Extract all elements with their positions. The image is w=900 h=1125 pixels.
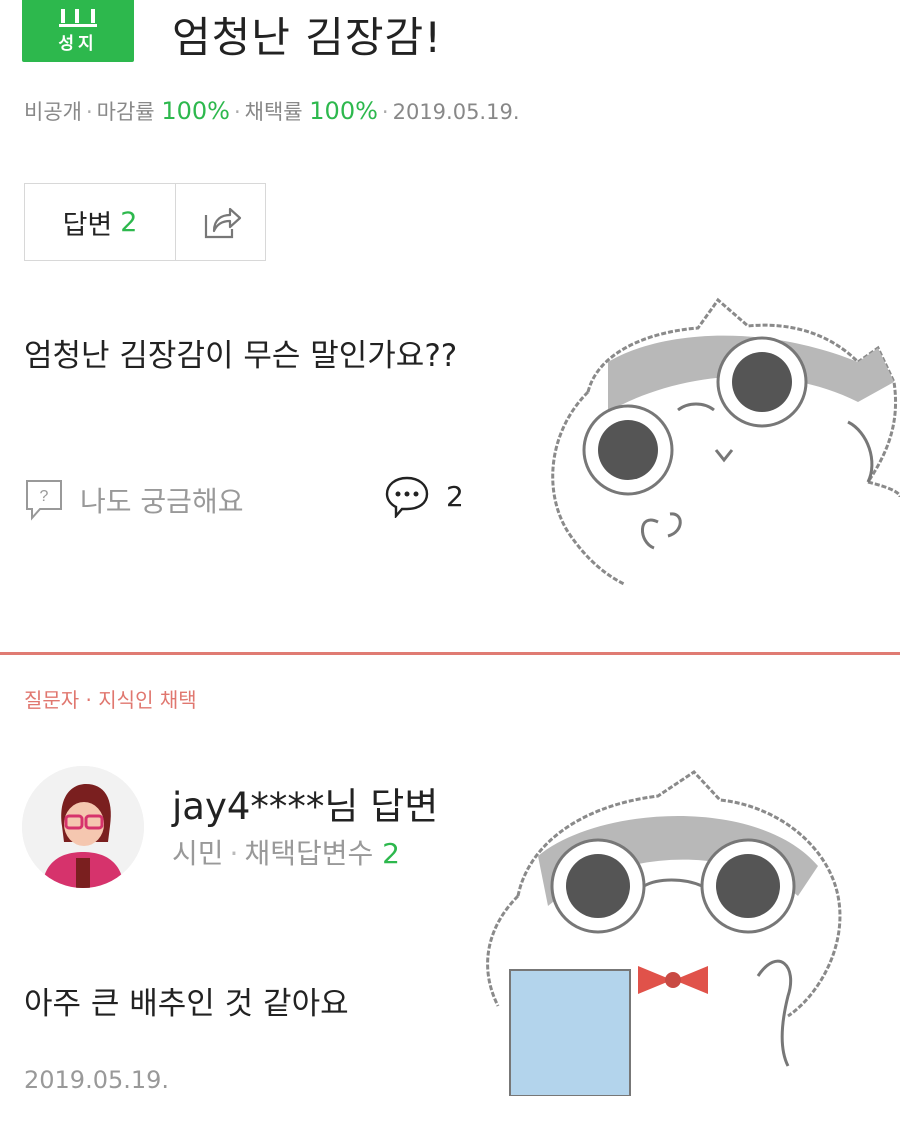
cat-with-bowtie-sticker-icon bbox=[486, 770, 842, 1096]
close-rate-value: 100% bbox=[161, 97, 230, 125]
comment-count: 2 bbox=[446, 479, 464, 513]
avatar[interactable] bbox=[22, 766, 144, 888]
section-divider bbox=[0, 652, 900, 655]
comment-bubble-icon bbox=[385, 476, 429, 518]
answer-count: 2 bbox=[120, 206, 138, 238]
answer-tab[interactable]: 답변 2 bbox=[25, 184, 176, 260]
cat-sticker-icon bbox=[551, 297, 900, 586]
adopt-rate-label: 채택률 bbox=[244, 100, 303, 124]
holy-site-badge: 성지 bbox=[22, 0, 134, 62]
comments-button[interactable]: 2 bbox=[384, 474, 464, 518]
visibility-label: 비공개 bbox=[24, 100, 82, 124]
question-meta: 비공개 · 마감률 100% · 채택률 100% · 2019.05.19. bbox=[24, 97, 520, 125]
adopted-label: 채택답변수 bbox=[244, 837, 374, 870]
share-button[interactable] bbox=[176, 184, 265, 260]
question-title: 엄청난 김장감! bbox=[172, 13, 443, 62]
question-body: 엄청난 김장감이 무슨 말인가요?? bbox=[24, 338, 458, 374]
badge-label: 성지 bbox=[58, 34, 98, 54]
rank-label: 시민 bbox=[172, 837, 224, 870]
jisik-badge-icon bbox=[59, 9, 97, 27]
question-bubble-icon: ? bbox=[26, 480, 62, 521]
question-date: 2019.05.19. bbox=[392, 100, 520, 124]
close-rate-label: 마감률 bbox=[96, 100, 155, 124]
answer-body: 아주 큰 배추인 것 같아요 bbox=[24, 986, 349, 1022]
answer-tab-label: 답변 bbox=[62, 209, 113, 241]
svg-text:?: ? bbox=[40, 488, 49, 505]
answer-date: 2019.05.19. bbox=[24, 1066, 170, 1094]
avatar-illustration bbox=[22, 766, 144, 888]
answer-share-bar: 답변 2 bbox=[24, 183, 266, 261]
answerer-name[interactable]: jay4****님 답변 bbox=[172, 776, 438, 830]
me-too-curious-button[interactable]: ? 나도 궁금해요 bbox=[24, 478, 243, 522]
share-icon bbox=[204, 207, 241, 239]
curious-label: 나도 궁금해요 bbox=[80, 485, 244, 518]
answerer-rank: 시민 · 채택답변수 2 bbox=[172, 837, 400, 870]
picked-label: 질문자 · 지식인 채택 bbox=[24, 688, 197, 712]
adopted-count: 2 bbox=[382, 837, 400, 870]
adopt-rate-value: 100% bbox=[309, 97, 378, 125]
